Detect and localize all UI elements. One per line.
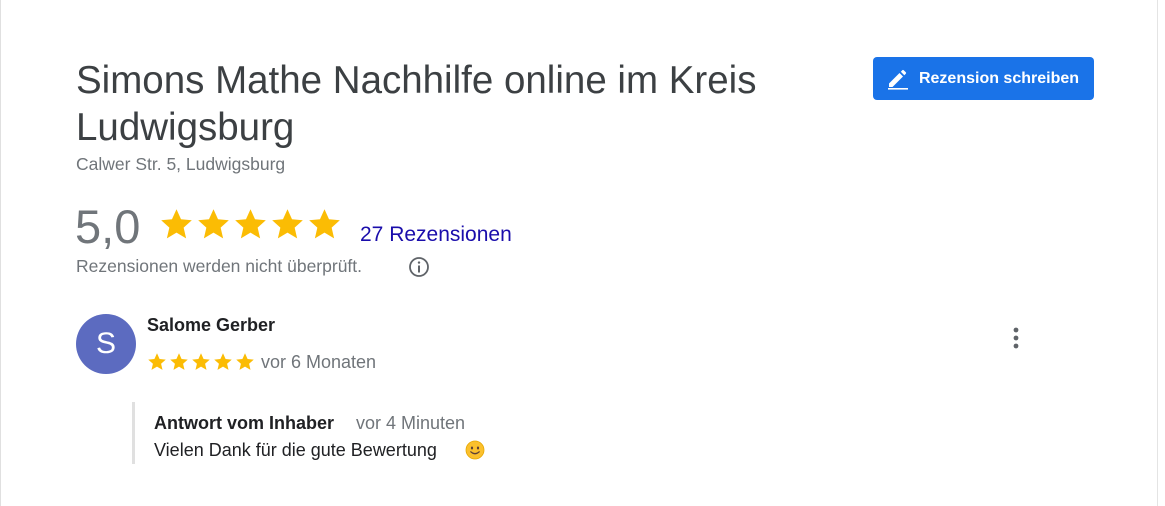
owner-reply-time: vor 4 Minuten bbox=[356, 413, 466, 433]
pencil-icon bbox=[886, 68, 910, 90]
page-title: Simons Mathe Nachhilfe online im Kreis L… bbox=[76, 59, 757, 149]
left-border bbox=[0, 0, 1, 506]
star-icon bbox=[161, 209, 192, 239]
owner-reply-label: Antwort vom Inhaber bbox=[154, 413, 335, 433]
business-address: Calwer Str. 5, Ludwigsburg bbox=[76, 154, 286, 174]
avatar-letter: S bbox=[95, 327, 116, 360]
owner-reply-text: Vielen Dank für die gute Bewertung bbox=[154, 440, 437, 460]
star-icon bbox=[214, 353, 232, 370]
review-disclaimer: Rezensionen werden nicht überprüft. bbox=[76, 256, 363, 276]
avatar[interactable]: S bbox=[76, 314, 136, 374]
star-icon bbox=[170, 353, 188, 370]
average-rating: 5,0 bbox=[75, 200, 141, 253]
star-icon bbox=[236, 353, 254, 370]
star-icon bbox=[192, 353, 210, 370]
review-date: vor 6 Monaten bbox=[261, 352, 377, 372]
write-review-button[interactable]: Rezension schreiben bbox=[873, 57, 1094, 100]
reviewer-name[interactable]: Salome Gerber bbox=[147, 315, 275, 336]
rating-stars bbox=[159, 207, 342, 242]
right-border bbox=[1157, 0, 1158, 506]
review-stars bbox=[147, 352, 255, 372]
info-icon[interactable] bbox=[408, 256, 430, 278]
star-icon bbox=[272, 209, 303, 239]
star-icon bbox=[235, 209, 266, 239]
star-icon bbox=[309, 209, 340, 239]
smiley-icon bbox=[465, 440, 485, 460]
owner-reply-divider bbox=[132, 402, 135, 464]
star-icon bbox=[198, 209, 229, 239]
more-vertical-icon[interactable] bbox=[1003, 325, 1029, 351]
star-icon bbox=[148, 353, 166, 370]
write-review-label: Rezension schreiben bbox=[918, 69, 1080, 87]
review-count-link[interactable]: 27 Rezensionen bbox=[360, 223, 512, 247]
